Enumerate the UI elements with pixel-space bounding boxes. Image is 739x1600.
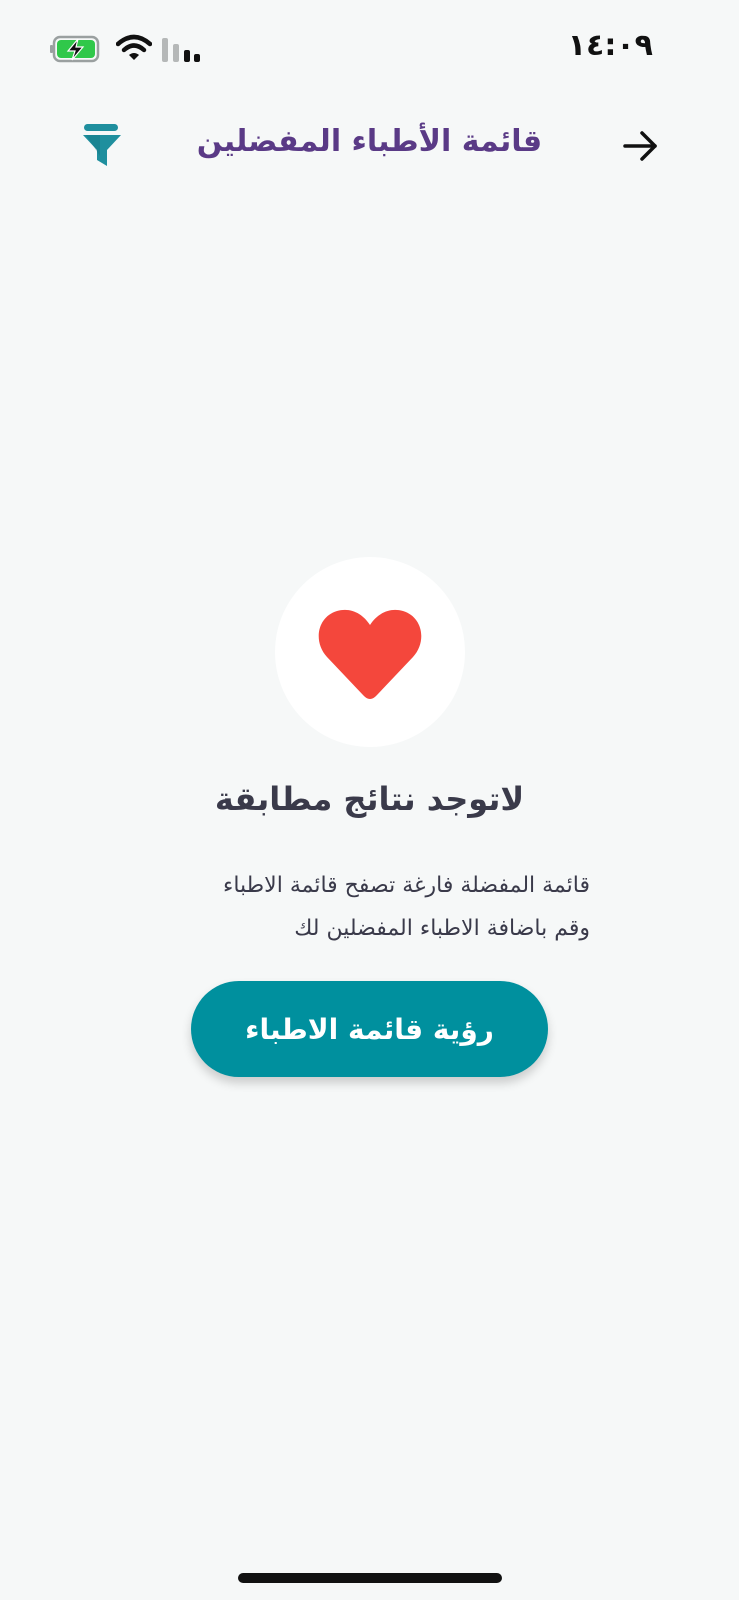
app-header: قائمة الأطباء المفضلين <box>0 110 739 180</box>
wifi-icon <box>116 34 152 60</box>
empty-state-description-line-1: قائمة المفضلة فارغة تصفح قائمة الاطباء <box>222 873 590 898</box>
favorites-screen: ١٤:٠٩ قائمة الأطباء المفضلين لاتوجد نتائ… <box>0 0 739 1600</box>
battery-charging-icon <box>50 35 100 63</box>
empty-state-description-line-2: وقم باضافة الاطباء المفضلين لك <box>294 916 590 941</box>
empty-state-illustration <box>275 557 465 747</box>
back-button[interactable] <box>619 124 663 168</box>
status-time: ١٤:٠٩ <box>567 28 653 63</box>
heart-icon <box>318 609 422 699</box>
filter-icon <box>83 124 121 166</box>
empty-state-description: قائمة المفضلة فارغة تصفح قائمة الاطباء و… <box>150 864 590 950</box>
arrow-right-icon <box>623 131 657 161</box>
status-bar: ١٤:٠٩ <box>0 0 739 90</box>
empty-state-title: لاتوجد نتائج مطابقة <box>214 780 525 818</box>
view-doctors-list-button[interactable]: رؤية قائمة الاطباء <box>191 981 548 1077</box>
filter-button[interactable] <box>80 122 124 168</box>
home-indicator[interactable] <box>238 1573 502 1583</box>
cellular-signal-icon <box>162 38 200 62</box>
page-title: قائمة الأطباء المفضلين <box>196 124 543 159</box>
